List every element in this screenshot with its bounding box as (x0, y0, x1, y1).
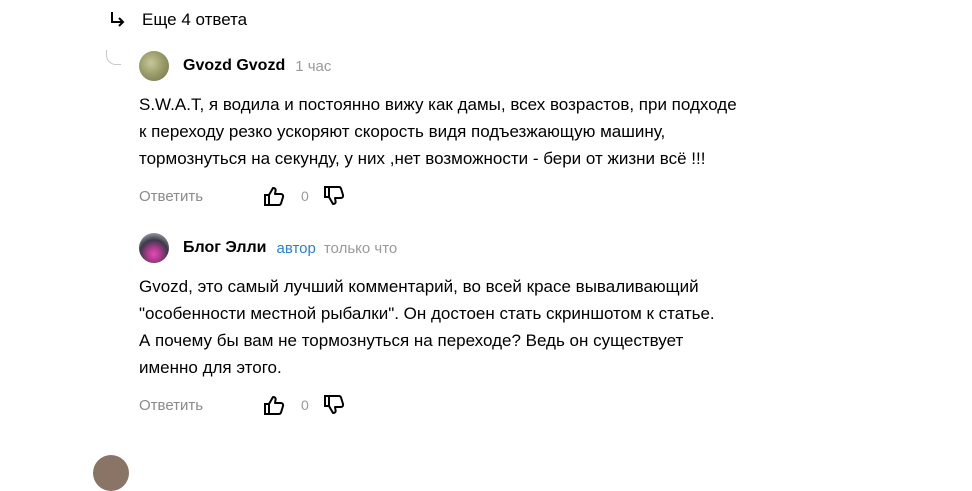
comment-author[interactable]: Gvozd Gvozd (183, 57, 285, 75)
avatar[interactable] (139, 51, 169, 81)
like-count: 0 (301, 397, 309, 413)
thumbs-up-icon[interactable] (263, 394, 285, 416)
reply-button[interactable]: Ответить (139, 188, 263, 205)
reply-button[interactable]: Ответить (139, 397, 263, 414)
comment: Блог Элли автор только что Gvozd, это са… (139, 232, 859, 417)
avatar[interactable] (93, 455, 129, 491)
like-count: 0 (301, 188, 309, 204)
reply-arrow-icon (111, 12, 125, 27)
comment-text: Gvozd, это самый лучший комментарий, во … (139, 277, 715, 377)
comment-time: только что (323, 239, 398, 257)
thread-connector (106, 50, 121, 65)
avatar[interactable] (139, 233, 169, 263)
comment-text: S.W.A.T, я водила и постоянно вижу как д… (139, 95, 737, 168)
comment-header: Gvozd Gvozd 1 час (139, 50, 859, 82)
thumbs-down-icon[interactable] (323, 185, 345, 207)
comment-actions: Ответить 0 (139, 184, 859, 208)
comment-header: Блог Элли автор только что (139, 232, 859, 264)
thumbs-up-icon[interactable] (263, 185, 285, 207)
comment: Gvozd Gvozd 1 час S.W.A.T, я водила и по… (139, 50, 859, 208)
comment-author[interactable]: Блог Элли (183, 239, 266, 257)
more-replies-button[interactable]: Еще 4 ответа (108, 6, 247, 34)
author-badge: автор (276, 239, 316, 257)
comment-actions: Ответить 0 (139, 393, 859, 417)
more-replies-label: Еще 4 ответа (142, 10, 248, 29)
thumbs-down-icon[interactable] (323, 394, 345, 416)
comment-time: 1 час (295, 57, 332, 75)
